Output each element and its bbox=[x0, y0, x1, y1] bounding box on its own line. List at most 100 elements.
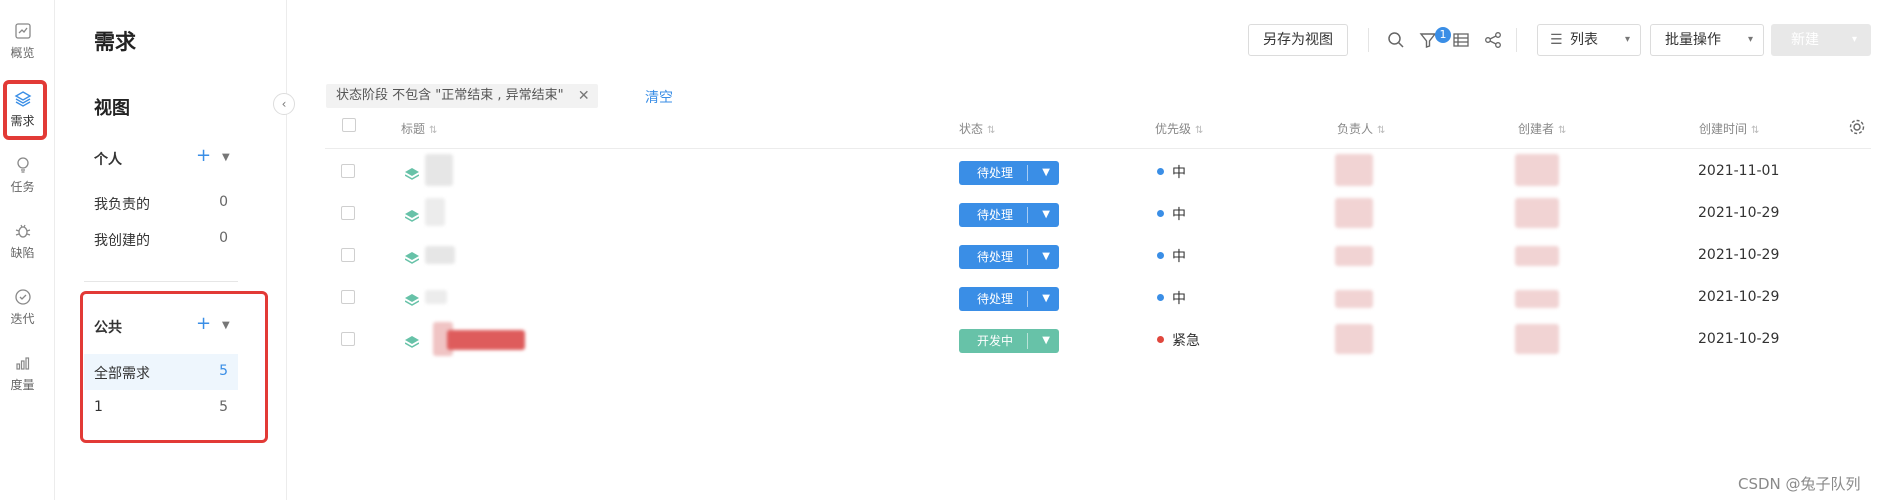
gear-icon[interactable] bbox=[1848, 118, 1866, 136]
section-personal-label: 个人 bbox=[94, 152, 122, 168]
sort-icon: ⇅ bbox=[1377, 125, 1386, 136]
column-header-status[interactable]: 状态 ⇅ bbox=[959, 120, 995, 137]
column-title: 创建时间 bbox=[1699, 122, 1748, 136]
blurred-title[interactable] bbox=[425, 154, 453, 186]
chevron-down-icon: ▼ bbox=[1042, 209, 1050, 220]
created-date: 2021-10-29 bbox=[1698, 247, 1780, 263]
status-label: 待处理 bbox=[977, 166, 1014, 180]
rail-item-iterations[interactable]: 迭代 bbox=[0, 280, 45, 330]
blurred-creator-avatar bbox=[1515, 154, 1559, 186]
list-view-dropdown[interactable]: ☰ 列表 ▾ bbox=[1537, 24, 1641, 56]
priority-cell[interactable]: 紧急 bbox=[1157, 330, 1200, 350]
status-label: 待处理 bbox=[977, 250, 1014, 264]
left-nav-rail: 概览 需求 任务 缺陷 迭代 度量 bbox=[0, 0, 55, 500]
view-item-label: 我负责的 bbox=[94, 197, 150, 213]
priority-cell[interactable]: 中 bbox=[1157, 246, 1186, 266]
close-icon[interactable]: ✕ bbox=[578, 84, 590, 108]
add-personal-view-icon[interactable]: + bbox=[196, 145, 211, 166]
chevron-down-icon: ▼ bbox=[1042, 335, 1050, 346]
status-label: 待处理 bbox=[977, 208, 1014, 222]
rail-label: 迭代 bbox=[10, 312, 35, 326]
column-title: 优先级 bbox=[1155, 122, 1192, 136]
priority-label: 紧急 bbox=[1172, 333, 1200, 349]
priority-dot bbox=[1157, 252, 1164, 259]
toolbar-divider bbox=[1516, 28, 1517, 52]
blurred-creator-avatar bbox=[1515, 324, 1559, 354]
sort-icon: ⇅ bbox=[1751, 125, 1760, 136]
table-row[interactable]: 开发中 ▼ 紧急 2021-10-29 bbox=[325, 318, 1871, 360]
status-label: 待处理 bbox=[977, 292, 1014, 306]
requirement-type-icon bbox=[404, 291, 420, 306]
row-checkbox[interactable] bbox=[341, 206, 355, 220]
view-item-count: 0 bbox=[219, 230, 228, 246]
requirement-type-icon bbox=[404, 333, 420, 348]
priority-cell[interactable]: 中 bbox=[1157, 288, 1186, 308]
row-checkbox[interactable] bbox=[341, 332, 355, 346]
batch-operation-dropdown[interactable]: 批量操作 ▾ bbox=[1650, 24, 1764, 56]
priority-cell[interactable]: 中 bbox=[1157, 162, 1186, 182]
requirement-type-icon bbox=[404, 165, 420, 180]
row-checkbox[interactable] bbox=[341, 290, 355, 304]
view-item-my-created[interactable]: 我创建的 0 bbox=[84, 221, 238, 257]
column-title: 负责人 bbox=[1337, 122, 1374, 136]
table-row[interactable]: 待处理 ▼ 中 2021-11-01 bbox=[325, 150, 1871, 192]
view-item-my-assigned[interactable]: 我负责的 0 bbox=[84, 185, 238, 221]
share-icon[interactable] bbox=[1483, 30, 1503, 50]
search-icon[interactable] bbox=[1386, 30, 1406, 50]
sort-icon: ⇅ bbox=[429, 125, 438, 136]
priority-label: 中 bbox=[1172, 165, 1186, 181]
clear-filter-link[interactable]: 清空 bbox=[645, 87, 673, 107]
table-row[interactable]: 待处理 ▼ 中 2021-10-29 bbox=[325, 192, 1871, 234]
created-date: 2021-10-29 bbox=[1698, 289, 1780, 305]
view-item-label: 我创建的 bbox=[94, 233, 150, 249]
section-divider bbox=[84, 281, 238, 282]
blurred-title[interactable] bbox=[425, 290, 447, 304]
column-header-assignee[interactable]: 负责人 ⇅ bbox=[1337, 120, 1385, 137]
filter-chip-text: 状态阶段 不包含 "正常结束 , 异常结束" bbox=[336, 88, 564, 103]
requirement-type-icon bbox=[404, 207, 420, 222]
column-header-creator[interactable]: 创建者 ⇅ bbox=[1518, 120, 1566, 137]
lightbulb-icon bbox=[14, 156, 32, 174]
rail-label: 度量 bbox=[10, 378, 35, 392]
status-dropdown[interactable]: 开发中 ▼ bbox=[959, 329, 1059, 353]
row-checkbox[interactable] bbox=[341, 248, 355, 262]
row-checkbox[interactable] bbox=[341, 164, 355, 178]
blurred-title[interactable] bbox=[425, 198, 445, 226]
priority-dot bbox=[1157, 210, 1164, 217]
column-header-created[interactable]: 创建时间 ⇅ bbox=[1699, 120, 1759, 137]
collapse-panel-button[interactable]: ‹ bbox=[273, 93, 295, 115]
column-header-title[interactable]: 标题 ⇅ bbox=[401, 120, 437, 137]
created-date: 2021-10-29 bbox=[1698, 205, 1780, 221]
new-label: 新建 bbox=[1791, 32, 1819, 48]
bug-icon bbox=[14, 222, 32, 240]
priority-dot bbox=[1157, 168, 1164, 175]
status-dropdown[interactable]: 待处理 ▼ bbox=[959, 161, 1059, 185]
save-as-view-button[interactable]: 另存为视图 bbox=[1248, 24, 1348, 56]
blurred-title[interactable] bbox=[425, 246, 455, 264]
status-dropdown[interactable]: 待处理 ▼ bbox=[959, 245, 1059, 269]
new-button[interactable]: 新建 ▾ bbox=[1771, 24, 1871, 56]
personal-caret-down-icon[interactable]: ▼ bbox=[222, 152, 230, 163]
priority-cell[interactable]: 中 bbox=[1157, 204, 1186, 224]
rail-item-defects[interactable]: 缺陷 bbox=[0, 214, 45, 264]
field-settings-icon[interactable] bbox=[1451, 30, 1471, 50]
table-row[interactable]: 待处理 ▼ 中 2021-10-29 bbox=[325, 234, 1871, 276]
table-row[interactable]: 待处理 ▼ 中 2021-10-29 bbox=[325, 276, 1871, 318]
status-dropdown[interactable]: 待处理 ▼ bbox=[959, 287, 1059, 311]
column-header-priority[interactable]: 优先级 ⇅ bbox=[1155, 120, 1203, 137]
rail-item-metrics[interactable]: 度量 bbox=[0, 346, 45, 396]
select-all-checkbox[interactable] bbox=[342, 118, 356, 132]
overview-chart-icon bbox=[14, 22, 32, 40]
priority-label: 中 bbox=[1172, 249, 1186, 265]
check-circle-icon bbox=[14, 288, 32, 306]
blurred-creator-avatar bbox=[1515, 246, 1559, 266]
column-title: 标题 bbox=[401, 122, 426, 136]
rail-item-overview[interactable]: 概览 bbox=[0, 14, 45, 64]
table-header-divider bbox=[325, 148, 1871, 149]
blurred-assignee-avatar bbox=[1335, 246, 1373, 266]
status-dropdown[interactable]: 待处理 ▼ bbox=[959, 203, 1059, 227]
rail-label: 概览 bbox=[10, 46, 35, 60]
watermark: CSDN @兔子队列 bbox=[1738, 475, 1861, 493]
rail-item-tasks[interactable]: 任务 bbox=[0, 148, 45, 198]
blurred-assignee-avatar bbox=[1335, 290, 1373, 308]
